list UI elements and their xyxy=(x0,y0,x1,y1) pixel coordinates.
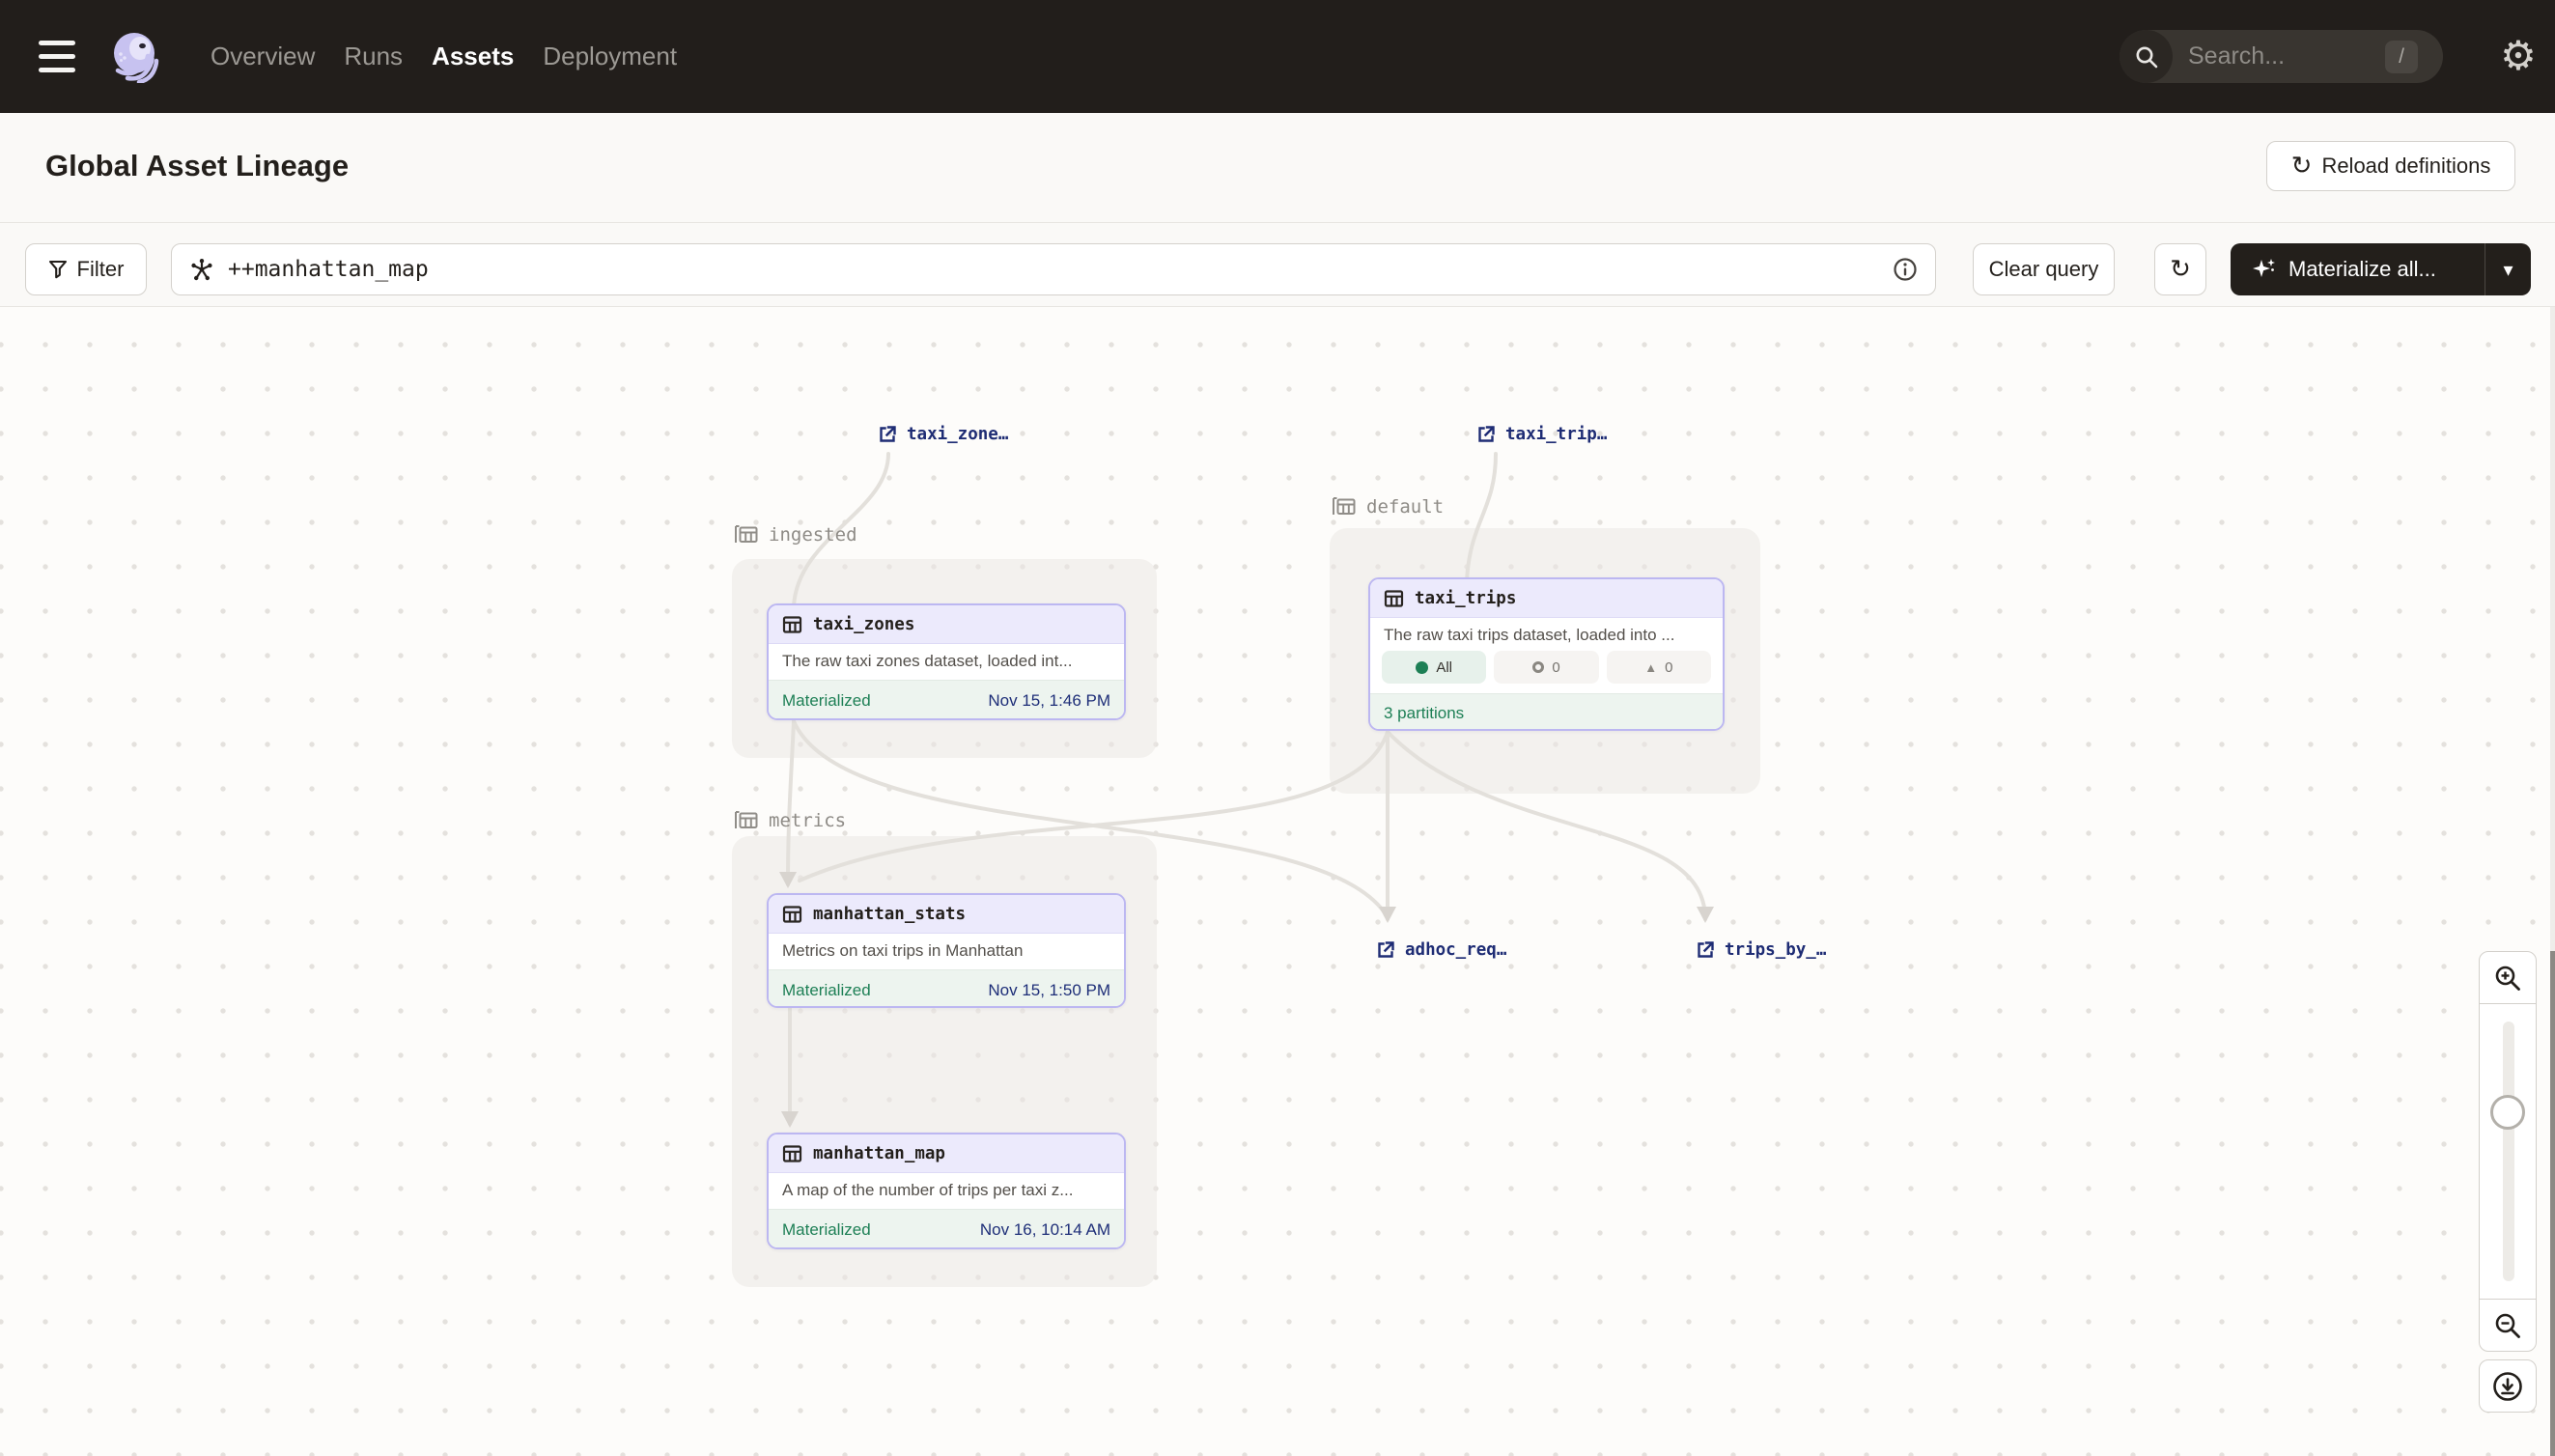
edge-taxizones-to-adhocreq xyxy=(794,721,1384,911)
search-shortcut-badge: / xyxy=(2385,41,2418,73)
lineage-toolbar: Filter Clear query ↻ Materialize all... … xyxy=(0,223,2555,307)
group-label-default: default xyxy=(1332,492,1444,521)
zoom-slider-handle[interactable] xyxy=(2490,1095,2525,1130)
reload-icon: ↻ xyxy=(2291,154,2313,179)
download-graph-button[interactable] xyxy=(2479,1359,2537,1413)
zoom-in-button[interactable] xyxy=(2479,951,2537,1004)
funnel-icon xyxy=(48,260,68,280)
zoom-in-icon xyxy=(2492,963,2523,994)
external-link-icon xyxy=(877,424,898,445)
partitions-failed-pill[interactable]: ▲0 xyxy=(1607,651,1711,684)
canvas-scrollbar-thumb[interactable] xyxy=(2550,951,2555,1456)
asset-group-icon xyxy=(1332,495,1357,518)
partitions-all-pill[interactable]: All xyxy=(1382,651,1486,684)
external-asset-trips-by[interactable]: trips_by_… xyxy=(1695,937,1826,964)
status-badge: Materialized xyxy=(782,981,871,1000)
edge-taxitrips-to-tripsby xyxy=(1388,732,1705,919)
asset-description: The raw taxi zones dataset, loaded int..… xyxy=(769,644,1124,680)
search-icon xyxy=(2120,30,2173,83)
external-asset-taxi-zone[interactable]: taxi_zone… xyxy=(877,421,1008,448)
materialization-timestamp[interactable]: Nov 16, 10:14 AM xyxy=(980,1220,1110,1240)
materialize-dropdown-caret[interactable]: ▾ xyxy=(2485,243,2531,295)
success-dot-icon xyxy=(1416,661,1428,674)
asset-name: taxi_trips xyxy=(1415,589,1516,608)
group-label-ingested: ingested xyxy=(734,520,857,549)
materialization-timestamp[interactable]: Nov 15, 1:46 PM xyxy=(988,691,1110,711)
global-search[interactable]: / xyxy=(2120,30,2443,83)
partitions-count[interactable]: 3 partitions xyxy=(1384,704,1464,723)
asset-node-manhattan-map[interactable]: manhattan_map A map of the number of tri… xyxy=(767,1133,1126,1249)
external-asset-taxi-trip[interactable]: taxi_trip… xyxy=(1475,421,1607,448)
reload-definitions-button[interactable]: ↻ Reload definitions xyxy=(2266,141,2515,191)
materialization-timestamp[interactable]: Nov 15, 1:50 PM xyxy=(988,981,1110,1000)
asset-node-taxi-zones[interactable]: taxi_zones The raw taxi zones dataset, l… xyxy=(767,603,1126,720)
download-icon xyxy=(2490,1369,2525,1404)
zoom-out-icon xyxy=(2492,1310,2523,1341)
external-link-icon xyxy=(1475,424,1497,445)
sparkle-icon xyxy=(2252,257,2277,282)
asset-group-icon xyxy=(734,523,759,546)
external-link-icon xyxy=(1375,939,1396,961)
partition-health-row: All 0 ▲0 xyxy=(1370,649,1723,693)
asset-selection-input[interactable] xyxy=(228,257,1893,282)
info-icon[interactable] xyxy=(1893,257,1918,282)
refresh-icon: ↻ xyxy=(2170,257,2191,282)
lineage-edges xyxy=(0,307,2555,1456)
top-navbar: Overview Runs Assets Deployment / ⚙ xyxy=(0,0,2555,113)
table-icon xyxy=(1384,589,1404,608)
page-header: Global Asset Lineage ↻ Reload definition… xyxy=(0,113,2555,223)
asset-description: A map of the number of trips per taxi z.… xyxy=(769,1173,1124,1209)
external-link-icon xyxy=(1695,939,1716,961)
table-icon xyxy=(782,1144,802,1163)
zoom-slider-track[interactable] xyxy=(2503,1022,2514,1281)
page-title: Global Asset Lineage xyxy=(45,149,349,183)
zoom-controls xyxy=(2479,951,2537,1352)
lineage-canvas[interactable]: ingested default metrics taxi_zone… taxi… xyxy=(0,307,2555,1456)
status-badge: Materialized xyxy=(782,1220,871,1240)
asset-name: manhattan_stats xyxy=(813,905,966,924)
edge-taxizones-to-manhattanstats xyxy=(788,721,794,884)
search-input[interactable] xyxy=(2188,42,2352,70)
edge-taxitrips-to-manhattanstats xyxy=(800,732,1388,881)
nav-item-overview[interactable]: Overview xyxy=(211,42,315,71)
failed-triangle-icon: ▲ xyxy=(1644,661,1657,674)
asset-group-icon xyxy=(734,809,759,832)
edge-taxitrip-to-taxitrips xyxy=(1467,454,1496,581)
status-badge: Materialized xyxy=(782,691,871,711)
group-label-metrics: metrics xyxy=(734,806,846,835)
partitions-missing-pill[interactable]: 0 xyxy=(1494,651,1598,684)
asset-selection-input-box[interactable] xyxy=(171,243,1936,295)
refresh-graph-button[interactable]: ↻ xyxy=(2154,243,2206,295)
nav-item-deployment[interactable]: Deployment xyxy=(543,42,677,71)
asset-name: taxi_zones xyxy=(813,615,914,634)
nav-item-assets[interactable]: Assets xyxy=(432,42,514,71)
external-asset-adhoc-req[interactable]: adhoc_req… xyxy=(1375,937,1506,964)
settings-gear-icon[interactable]: ⚙ xyxy=(2495,33,2541,79)
filter-button[interactable]: Filter xyxy=(25,243,147,295)
asset-description: Metrics on taxi trips in Manhattan xyxy=(769,934,1124,969)
hamburger-menu-icon[interactable] xyxy=(39,41,75,72)
missing-ring-icon xyxy=(1532,661,1544,673)
dagster-logo-icon[interactable] xyxy=(108,29,162,83)
asset-node-taxi-trips[interactable]: taxi_trips The raw taxi trips dataset, l… xyxy=(1368,577,1725,731)
asset-node-manhattan-stats[interactable]: manhattan_stats Metrics on taxi trips in… xyxy=(767,893,1126,1008)
materialize-all-button[interactable]: Materialize all... ▾ xyxy=(2231,243,2531,295)
graph-selection-icon xyxy=(189,257,214,282)
clear-query-button[interactable]: Clear query xyxy=(1973,243,2115,295)
main-nav: Overview Runs Assets Deployment xyxy=(211,0,677,113)
zoom-out-button[interactable] xyxy=(2479,1299,2537,1352)
table-icon xyxy=(782,615,802,634)
zoom-slider[interactable] xyxy=(2479,1004,2537,1299)
asset-name: manhattan_map xyxy=(813,1144,945,1163)
table-icon xyxy=(782,905,802,924)
asset-description: The raw taxi trips dataset, loaded into … xyxy=(1370,618,1723,649)
nav-item-runs[interactable]: Runs xyxy=(344,42,403,71)
